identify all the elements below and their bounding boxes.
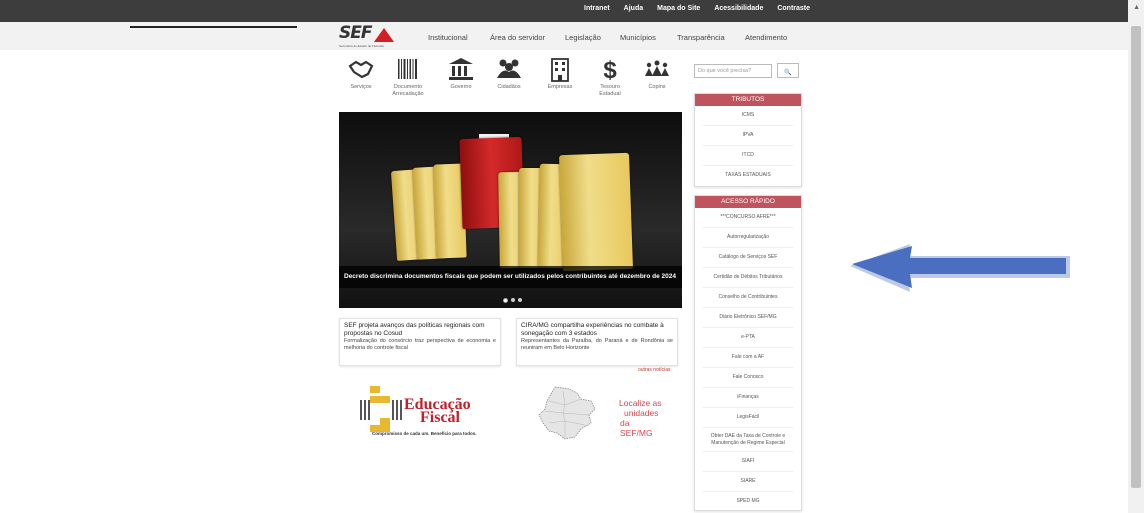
vertical-scrollbar[interactable]: ▲ [1128,0,1144,513]
hero-slider[interactable]: Decreto discrimina documentos fiscais qu… [339,112,682,308]
icon-copins[interactable]: Copins [632,58,682,91]
outras-noticias-link[interactable]: outras notícias [638,367,671,373]
icon-governo[interactable]: Governo [436,58,486,91]
acesso-item[interactable]: Obter DAE da Taxa de Controle e Manutenç… [703,428,793,452]
link-acessibilidade[interactable]: Acessibilidade [714,5,763,12]
acesso-item[interactable]: Certidão de Débitos Tributários [703,268,793,288]
nav-institucional[interactable]: Institucional [428,33,490,42]
acesso-item[interactable]: iFinanças [703,388,793,408]
acesso-item[interactable]: e-PTA [703,328,793,348]
left-arrow-annotation [848,242,1073,301]
link-intranet[interactable]: Intranet [584,5,610,12]
scroll-up-icon[interactable]: ▲ [1133,4,1140,11]
tributos-item[interactable]: ITCD [703,146,793,166]
localize-text-1: Localize as [619,398,662,408]
sef-logo[interactable]: SEF Secretaria de Estado de Fazenda [339,23,395,49]
decorative-line [130,26,297,28]
slider-dot[interactable] [518,298,522,302]
acesso-item[interactable]: Fale Conosco [703,368,793,388]
localize-unidades-banner[interactable]: Localize as unidades da SEF/MG [535,383,663,443]
news-title[interactable]: CIRA/MG compartilha experiências no comb… [521,322,673,338]
scrollbar-thumb[interactable] [1131,26,1141,488]
acesso-rapido-panel: ACESSO RÁPIDO ***CONCURSO AFRE*** Autorr… [694,195,802,511]
nav-transparencia[interactable]: Transparência [677,33,745,42]
tributos-header: TRIBUTOS [695,94,801,106]
acesso-item[interactable]: SIAFI [703,452,793,472]
localize-text-3: da SEF/MG [620,418,653,438]
icon-tesouro-estadual[interactable]: $ Tesouro Estadual [585,58,635,98]
government-icon [436,58,486,84]
tributos-item[interactable]: TAXAS ESTADUAIS [703,166,793,185]
acesso-item[interactable]: Conselho de Contribuintes [703,288,793,308]
nav-legislacao[interactable]: Legislação [565,33,620,42]
slider-dots[interactable] [503,298,522,303]
handshake-icon [336,58,386,84]
acesso-item[interactable]: SPED MG [703,492,793,511]
logo-triangle-icon [374,28,394,42]
service-icons: Serviços Documento Arrecadação Governo C… [339,58,681,108]
link-mapa-do-site[interactable]: Mapa do Site [657,5,700,12]
search-input[interactable]: Do que você precisa? [694,64,772,78]
icon-cidadaos[interactable]: Cidadãos [484,58,534,91]
minas-gerais-map-icon [538,386,596,440]
link-ajuda[interactable]: Ajuda [624,5,643,12]
educacao-fiscal-logo-icon [360,386,402,432]
acesso-item[interactable]: LegisFácil [703,408,793,428]
search-button[interactable]: 🔍 [777,63,799,78]
news-title[interactable]: SEF projeta avanços das políticas region… [344,322,496,338]
building-icon [535,58,585,84]
slider-dot[interactable] [511,298,515,302]
news-desc: Formalização do consórcio traz perspecti… [344,338,496,351]
tributos-item[interactable]: ICMS [703,106,793,126]
hero-caption[interactable]: Decreto discrimina documentos fiscais qu… [339,266,682,288]
localize-text-2: unidades [624,408,659,418]
people-icon [484,58,534,84]
acesso-item[interactable]: ***CONCURSO AFRE*** [703,208,793,228]
slider-dot[interactable] [503,298,508,303]
left-arrow-icon [850,244,1070,292]
group-icon [632,58,682,84]
icon-documento-arrecadacao[interactable]: Documento Arrecadação [383,58,433,98]
news-desc: Representantes da Paraíba, do Paraná e d… [521,338,673,351]
acesso-item[interactable]: SIARE [703,472,793,492]
acesso-item[interactable]: Diário Eletrônico SEF/MG [703,308,793,328]
main-nav: Institucional Área do servidor Legislaçã… [428,33,787,42]
top-utility-bar: Intranet Ajuda Mapa do Site Acessibilida… [0,0,1128,22]
tributos-item[interactable]: IPVA [703,126,793,146]
news-card[interactable]: CIRA/MG compartilha experiências no comb… [516,318,678,366]
icon-servicos[interactable]: Serviços [336,58,386,91]
acesso-item[interactable]: Fale com a AF [703,348,793,368]
edu-title-2: Fiscal [420,409,460,426]
acesso-item[interactable]: Catálogo de Serviços SEF [703,248,793,268]
nav-atendimento[interactable]: Atendimento [745,33,787,42]
nav-area-do-servidor[interactable]: Área do servidor [490,33,565,42]
dollar-icon: $ [603,57,617,84]
icon-empresas[interactable]: Empresas [535,58,585,91]
edu-tagline: Compromisso de cada um. Benefício para t… [372,431,477,436]
acesso-rapido-header: ACESSO RÁPIDO [695,196,801,208]
search-icon: 🔍 [784,70,792,76]
acesso-item[interactable]: Autorregularização [703,228,793,248]
nav-municipios[interactable]: Municípios [620,33,677,42]
tributos-panel: TRIBUTOS ICMS IPVA ITCD TAXAS ESTADUAIS [694,93,802,187]
link-contraste[interactable]: Contraste [777,5,810,12]
barcode-icon [383,58,433,84]
educacao-fiscal-banner[interactable]: Educação Fiscal Compromisso de cada um. … [356,384,486,442]
news-card[interactable]: SEF projeta avanços das políticas region… [339,318,501,366]
